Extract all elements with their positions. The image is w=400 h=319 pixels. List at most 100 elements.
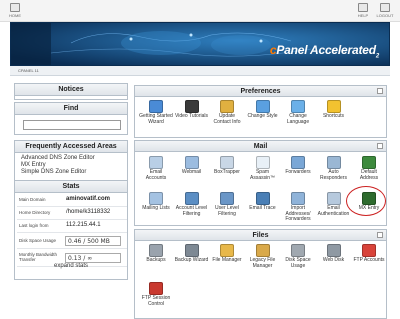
frequently-accessed-panel: Frequently Accessed Areas Advanced DNS Z…	[14, 140, 128, 182]
shortcut-import[interactable]: Import Addresses/ Forwarders	[281, 192, 315, 223]
shortcut-label: Default Address	[359, 169, 379, 181]
shortcut-label: Video Tutorials	[175, 113, 208, 119]
help-link[interactable]: HELP	[352, 3, 374, 18]
shortcut-web-disk[interactable]: Web Disk	[317, 244, 351, 264]
webmail-icon	[184, 156, 199, 169]
autoresponder-icon	[326, 156, 341, 169]
expand-stats-link[interactable]: expand stats	[0, 263, 142, 269]
boxtrapper-icon	[220, 156, 234, 169]
notices-panel: Notices	[14, 83, 128, 100]
find-title: Find	[15, 103, 127, 115]
mail-panel: Mail Email Accounts Webmail BoxTrapper Spam…	[134, 140, 387, 226]
shortcut-authentication[interactable]: Email Authentication	[317, 192, 351, 217]
shortcut-mailing-lists[interactable]: Mailing Lists	[139, 192, 173, 212]
collapse-icon[interactable]	[377, 88, 383, 94]
shortcut-contact[interactable]: Update Contact Info	[210, 100, 244, 125]
shortcut-label: Shortcuts	[322, 113, 345, 119]
find-input[interactable]	[23, 120, 121, 130]
logout-link[interactable]: LOGOUT	[374, 3, 396, 18]
shortcut-backups[interactable]: Backups	[139, 244, 173, 264]
shortcut-legacy-file-manager[interactable]: Legacy File Manager	[246, 244, 280, 269]
shortcut-trace[interactable]: Email Trace	[246, 192, 280, 212]
star-icon	[326, 100, 341, 113]
shortcut-label: Forwarders	[285, 169, 311, 175]
authentication-icon	[326, 192, 341, 205]
shortcut-default-address[interactable]: Default Address	[352, 156, 386, 181]
shortcut-user-filter[interactable]: User Level Filtering	[210, 192, 244, 217]
shortcut-label: Backups	[146, 257, 166, 263]
shortcut-forwarders[interactable]: Forwarders	[281, 156, 315, 176]
collapse-icon[interactable]	[377, 232, 383, 238]
shortcut-label: Email Authentication	[317, 205, 350, 217]
faa-link-simple-dns[interactable]: Simple DNS Zone Editor	[15, 169, 127, 176]
shortcut-boxtrapper[interactable]: BoxTrapper	[210, 156, 244, 176]
files-panel: Files Backups Backup Wizard File Manager Le…	[134, 229, 387, 319]
preferences-title: Preferences	[135, 86, 386, 97]
shortcut-label: Auto Responders	[320, 169, 347, 181]
shortcut-label: Update Contact Info	[213, 113, 241, 125]
shortcut-filter[interactable]: Account Level Filtering	[175, 192, 209, 217]
shortcut-ftp-accounts[interactable]: FTP Accounts	[352, 244, 386, 264]
shortcut-label: Backup Wizard	[174, 257, 209, 263]
forwarders-icon	[291, 156, 305, 169]
cpanel-logo: cPanel Accelerated2	[269, 43, 379, 60]
files-title: Files	[135, 230, 386, 241]
backups-icon	[149, 244, 163, 257]
mailing-lists-icon	[149, 192, 163, 205]
cpanel-banner: cPanel Accelerated2	[10, 22, 390, 66]
shortcut-label: Email Accounts	[145, 169, 167, 181]
shortcut-envelope[interactable]: Email Accounts	[139, 156, 173, 181]
shortcut-label: Mailing Lists	[142, 205, 170, 211]
help-icon	[358, 3, 368, 12]
envelope-icon	[149, 156, 163, 169]
contact-icon	[220, 100, 234, 113]
mail-title: Mail	[135, 141, 386, 152]
shortcut-label: Change Style	[247, 113, 278, 119]
shortcut-style[interactable]: Change Style	[246, 100, 280, 120]
shortcut-label: BoxTrapper	[214, 169, 240, 175]
shortcut-wizard[interactable]: Getting Started Wizard	[139, 100, 173, 125]
shortcut-disk[interactable]: Disk Space Usage	[281, 244, 315, 269]
shortcut-file-manager[interactable]: File Manager	[210, 244, 244, 264]
shortcut-label: User Level Filtering	[215, 205, 239, 217]
home-icon	[10, 3, 20, 12]
shortcut-video[interactable]: Video Tutorials	[175, 100, 209, 120]
shortcut-backup-wizard[interactable]: Backup Wizard	[175, 244, 209, 264]
shortcut-label: File Manager	[212, 257, 242, 263]
breadcrumb-home[interactable]: CPANEL 11	[18, 68, 39, 73]
shortcut-star[interactable]: Shortcuts	[317, 100, 351, 120]
wizard-icon	[149, 100, 163, 113]
shortcut-spamassassin[interactable]: Spam Assassin™	[246, 156, 280, 181]
shortcut-label: FTP Session Control	[141, 295, 171, 307]
stat-last-login: Last login from 112.215.44.1	[17, 220, 127, 233]
shortcut-label: Legacy File Manager	[249, 257, 276, 269]
disk-icon	[291, 244, 305, 257]
ftp-session-icon	[149, 282, 163, 295]
shortcut-language[interactable]: Change Language	[281, 100, 315, 125]
legacy-file-manager-icon	[255, 244, 270, 257]
user-filter-icon	[220, 192, 234, 205]
shortcut-label: FTP Accounts	[353, 257, 385, 263]
spamassassin-icon	[255, 156, 270, 169]
shortcut-label: Getting Started Wizard	[139, 113, 173, 125]
faa-link-advanced-dns[interactable]: Advanced DNS Zone Editor	[15, 155, 127, 162]
filter-icon	[184, 192, 199, 205]
language-icon	[291, 100, 305, 113]
video-icon	[184, 100, 199, 113]
shortcut-label: Spam Assassin™	[249, 169, 275, 181]
home-link[interactable]: HOME	[4, 3, 26, 18]
faa-title: Frequently Accessed Areas	[15, 141, 127, 153]
faa-link-mx-entry[interactable]: MX Entry	[15, 162, 127, 169]
file-manager-icon	[220, 244, 234, 257]
shortcut-autoresponder[interactable]: Auto Responders	[317, 156, 351, 181]
preferences-panel: Preferences Getting Started Wizard Video …	[134, 85, 387, 138]
trace-icon	[255, 192, 270, 205]
mx-entry-highlight-circle	[346, 186, 386, 216]
find-panel: Find	[14, 102, 128, 135]
collapse-icon[interactable]	[377, 143, 383, 149]
backup-wizard-icon	[184, 244, 199, 257]
bandwidth-bar: 0.13 / ∞	[65, 253, 121, 263]
shortcut-ftp-session[interactable]: FTP Session Control	[139, 282, 173, 307]
shortcut-label: Webmail	[181, 169, 202, 175]
shortcut-webmail[interactable]: Webmail	[175, 156, 209, 176]
